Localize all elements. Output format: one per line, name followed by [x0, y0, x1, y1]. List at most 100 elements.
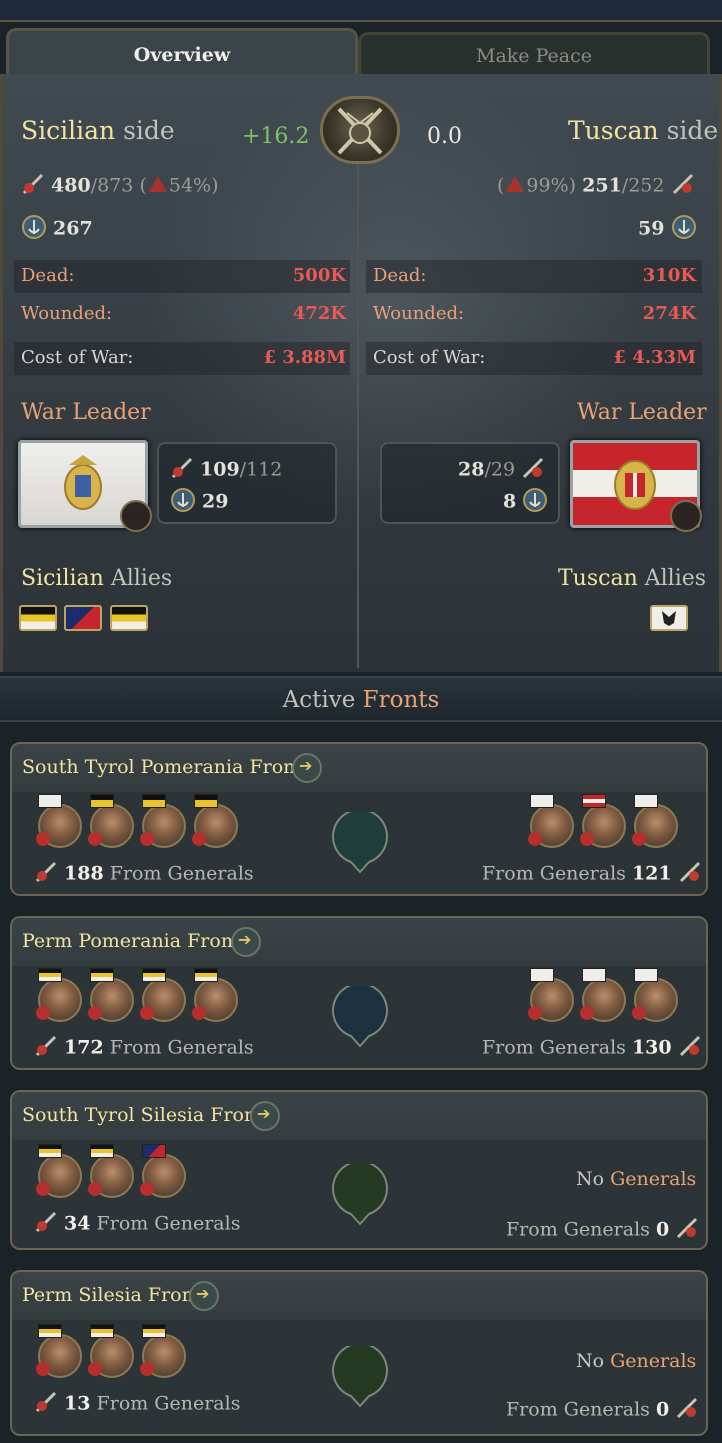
front-card[interactable]: Perm Silesia Front No Generals 13 From G… — [10, 1270, 708, 1436]
front-card[interactable]: South Tyrol Silesia Front No Generals 34… — [10, 1090, 708, 1250]
army-icon — [678, 1034, 702, 1063]
front-card[interactable]: South Tyrol Pomerania Front 188 From Gen… — [10, 742, 708, 896]
front-left-text: From Generals — [109, 1036, 254, 1059]
mobilization-icon — [504, 174, 526, 199]
army-icon — [675, 1216, 699, 1245]
front-status-bubble[interactable] — [331, 812, 389, 874]
navy-anchor-icon — [170, 487, 196, 518]
right-navy-row: 59 — [638, 214, 697, 245]
left-war-score: +16.2 — [242, 124, 310, 149]
no-generals-a: No — [576, 1350, 605, 1372]
right-side-word: side — [666, 116, 719, 145]
general-portrait[interactable] — [140, 968, 186, 1022]
general-portrait[interactable] — [36, 794, 82, 848]
front-name: South Tyrol Pomerania Front — [22, 756, 304, 778]
front-name: Perm Silesia Front — [22, 1284, 202, 1306]
army-icon — [678, 860, 702, 889]
left-allies-title: Sicilian Allies — [21, 566, 172, 591]
front-right-text: From Generals — [506, 1398, 650, 1421]
go-to-front-icon[interactable] — [292, 753, 322, 783]
army-icon — [170, 456, 194, 485]
ally-flag-new-zealand[interactable] — [64, 605, 102, 631]
general-portrait[interactable] — [192, 794, 238, 848]
army-icon — [671, 172, 695, 201]
front-left-generals: 13 From Generals — [34, 1390, 240, 1419]
navy-anchor-icon — [21, 214, 47, 245]
front-right-text: From Generals — [506, 1218, 650, 1241]
general-portrait[interactable] — [140, 1324, 186, 1378]
right-war-score: 0.0 — [427, 124, 462, 149]
left-leader-army-value: 109 — [200, 458, 240, 481]
general-portrait[interactable] — [88, 1144, 134, 1198]
general-portrait[interactable] — [36, 1324, 82, 1378]
fronts-header-a: Active — [282, 687, 356, 713]
navy-anchor-icon — [522, 487, 548, 518]
go-to-front-icon[interactable] — [189, 1281, 219, 1311]
general-portrait[interactable] — [632, 794, 678, 848]
no-generals-label: No Generals — [576, 1168, 696, 1190]
general-portrait[interactable] — [88, 794, 134, 848]
general-portrait[interactable] — [192, 968, 238, 1022]
front-left-count: 172 — [64, 1036, 104, 1059]
leader-badge-icon — [120, 500, 152, 532]
front-status-bubble[interactable] — [331, 1164, 389, 1226]
front-left-count: 188 — [64, 862, 104, 885]
ally-flag-prussia[interactable] — [650, 605, 688, 631]
right-allies-title: Tuscan Allies — [558, 566, 706, 591]
right-army-value: 251 — [582, 174, 622, 197]
front-status-bubble[interactable] — [331, 1346, 389, 1408]
front-right-generals: From Generals 0 — [506, 1216, 699, 1245]
general-portrait[interactable] — [36, 1144, 82, 1198]
left-dead-value: 500K — [292, 265, 346, 286]
left-navy-row: 267 — [21, 214, 93, 245]
general-portrait[interactable] — [140, 794, 186, 848]
general-portrait[interactable] — [88, 1324, 134, 1378]
right-leader-navy-value: 8 — [503, 490, 517, 513]
general-portrait[interactable] — [88, 968, 134, 1022]
general-portrait[interactable] — [632, 968, 678, 1022]
left-allies-word: Allies — [110, 566, 173, 591]
general-portrait[interactable] — [36, 968, 82, 1022]
go-to-front-icon[interactable] — [250, 1101, 280, 1131]
ally-flag-austria-2[interactable] — [110, 605, 148, 631]
left-dead-label: Dead: — [21, 265, 75, 286]
front-status-bubble[interactable] — [331, 986, 389, 1048]
front-right-text: From Generals — [482, 1036, 626, 1059]
go-to-front-icon[interactable] — [231, 927, 261, 957]
general-portrait[interactable] — [528, 794, 574, 848]
general-portrait[interactable] — [528, 968, 574, 1022]
left-wounded-value: 472K — [292, 303, 346, 324]
tab-make-peace[interactable]: Make Peace — [358, 32, 710, 76]
left-side-word: side — [123, 116, 175, 145]
left-army-pct-open: ( — [139, 174, 147, 197]
right-army-pct: 99%) — [526, 174, 577, 197]
front-card[interactable]: Perm Pomerania Front 172 From Generals F… — [10, 916, 708, 1070]
left-navy-value: 267 — [53, 217, 93, 240]
left-cost-label: Cost of War: — [21, 347, 134, 368]
ally-flag-austria[interactable] — [19, 605, 57, 631]
front-right-generals: From Generals 0 — [506, 1396, 699, 1425]
left-cost-value: £ 3.88M — [263, 347, 346, 368]
general-portrait[interactable] — [580, 794, 626, 848]
right-army-max: /252 — [621, 174, 665, 197]
tab-overview[interactable]: Overview — [6, 28, 358, 78]
right-army-row: (99%) 251/252 — [497, 172, 695, 201]
left-leader-navy: 29 — [170, 487, 229, 518]
no-generals-label: No Generals — [576, 1350, 696, 1372]
right-navy-value: 59 — [638, 217, 665, 240]
left-army-max: /873 — [90, 174, 134, 197]
right-dead-label: Dead: — [373, 265, 427, 286]
left-army-pct: 54%) — [168, 174, 219, 197]
side-divider — [357, 100, 359, 668]
front-right-text: From Generals — [482, 862, 626, 885]
front-left-text: From Generals — [109, 862, 254, 885]
no-generals-a: No — [576, 1168, 605, 1190]
front-right-count: 0 — [655, 1398, 670, 1421]
left-leader-army-max: /112 — [239, 458, 283, 481]
right-leader-navy: 8 — [503, 487, 548, 518]
general-portrait[interactable] — [580, 968, 626, 1022]
general-portrait[interactable] — [140, 1144, 186, 1198]
army-icon — [34, 860, 58, 889]
navy-anchor-icon — [671, 214, 697, 245]
army-icon — [521, 456, 545, 485]
